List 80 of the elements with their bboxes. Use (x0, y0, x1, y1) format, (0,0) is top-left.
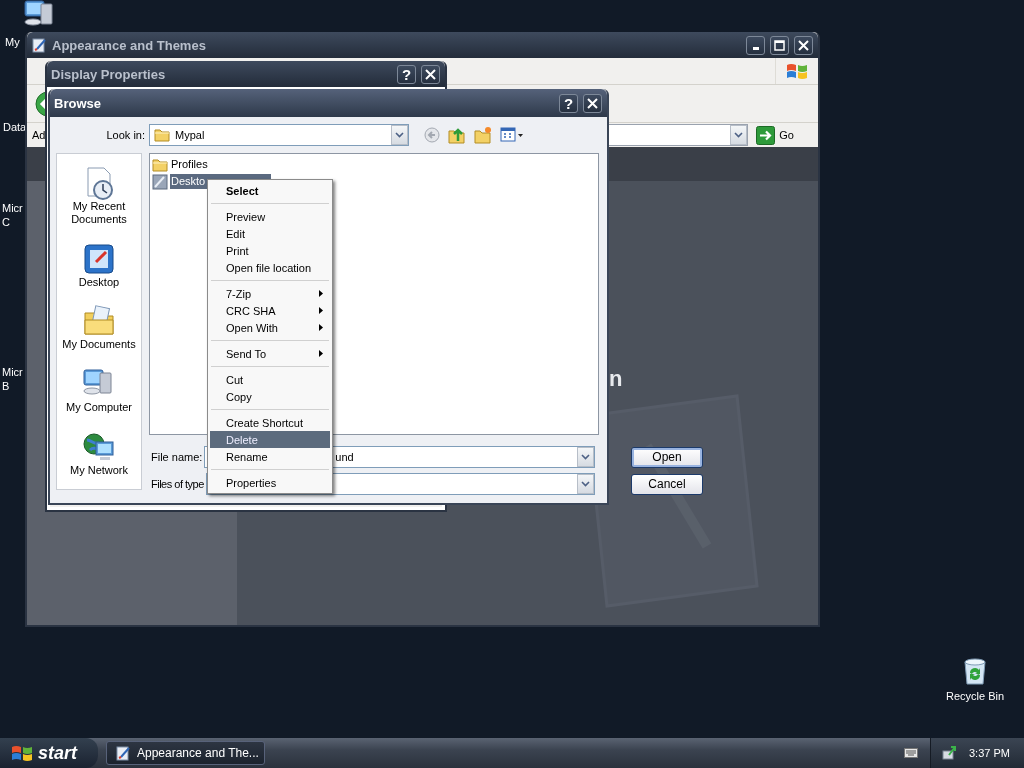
windows-logo-icon (10, 743, 34, 763)
help-button[interactable]: ? (397, 64, 416, 84)
places-bar-item[interactable]: Desktop (59, 241, 139, 289)
dropdown-button[interactable] (391, 125, 408, 145)
close-button[interactable] (421, 64, 440, 84)
file-item[interactable]: Profiles (170, 157, 209, 172)
menu-item[interactable]: Send To (210, 345, 330, 362)
menu-item[interactable]: CRC SHA (210, 302, 330, 319)
document-brush-icon (115, 745, 131, 761)
clock: 3:37 PM (969, 747, 1010, 759)
arrow-device-icon[interactable] (941, 745, 957, 761)
up-folder-icon[interactable] (448, 126, 466, 144)
icon-label: Data (3, 120, 27, 134)
chevron-icon (581, 481, 590, 487)
maximize-icon (774, 39, 785, 51)
chevron-icon (581, 454, 590, 460)
computer-icon (23, 0, 53, 28)
field-label: Look in: (105, 129, 145, 141)
icon-label: C (2, 215, 10, 229)
icon-label: Micr (2, 201, 23, 215)
menu-item[interactable]: Create Shortcut (210, 414, 330, 431)
desktop-icon (82, 241, 116, 276)
submenu-arrow-icon (319, 290, 323, 297)
icon-label: My (5, 35, 20, 49)
menu-item[interactable]: Open file location (210, 259, 330, 276)
folder-icon (152, 157, 168, 172)
icon-label: Recycle Bin (946, 689, 1005, 703)
menu-item[interactable]: Delete (210, 431, 330, 448)
minimize-button[interactable] (746, 35, 765, 55)
places-bar-item[interactable]: My Network (59, 430, 139, 478)
windows-logo-icon (785, 61, 809, 81)
chevron-icon (395, 132, 404, 138)
icon-label: Micr (2, 365, 23, 379)
menu-item[interactable]: Copy (210, 388, 330, 405)
window-title: Browse (54, 95, 102, 111)
menu-item[interactable]: 7-Zip (210, 285, 330, 302)
image-file-icon (152, 173, 168, 190)
document-brush-icon (31, 37, 47, 53)
menu-item[interactable]: Print (210, 242, 330, 259)
window-title: Appearance and Themes (52, 37, 207, 53)
menu-item[interactable]: Cut (210, 371, 330, 388)
keyboard-icon[interactable] (904, 748, 918, 758)
menu-item[interactable]: Edit (210, 225, 330, 242)
menu-item[interactable]: Properties (210, 474, 330, 491)
close-button[interactable] (583, 93, 602, 113)
look-in-dropdown[interactable]: Mypal (149, 124, 409, 146)
chevron-icon (734, 132, 744, 138)
menu-item[interactable]: Rename (210, 448, 330, 465)
places-bar-item[interactable]: My Documents (59, 304, 139, 352)
menu-item[interactable]: Preview (210, 208, 330, 225)
dropdown-button[interactable] (730, 125, 748, 145)
places-bar-item[interactable]: My Computer (59, 367, 139, 415)
minimize-icon (752, 47, 759, 50)
close-icon (587, 97, 598, 109)
icon-label: B (2, 379, 10, 393)
go-button[interactable]: Go (752, 125, 818, 145)
submenu-arrow-icon (319, 324, 323, 331)
submenu-arrow-icon (319, 350, 323, 357)
field-label: Files of type (151, 478, 204, 490)
submenu-arrow-icon (319, 307, 323, 314)
field-label: File name: (151, 451, 203, 463)
views-icon[interactable] (500, 127, 524, 143)
close-button[interactable] (794, 35, 813, 55)
menu-item[interactable]: Select (210, 182, 330, 199)
folder-icon (154, 128, 170, 142)
close-icon (798, 39, 809, 51)
cancel-button[interactable]: Cancel (631, 473, 703, 495)
pane-title: n (609, 366, 623, 392)
maximize-button[interactable] (770, 35, 789, 55)
open-button[interactable]: Open (631, 446, 703, 468)
start-button[interactable]: start (0, 738, 98, 768)
window-title: Display Properties (51, 66, 167, 82)
taskbar-button[interactable]: Appearance and The... (106, 741, 265, 765)
places-bar-item[interactable]: My Recent Documents (59, 165, 139, 226)
help-button[interactable]: ? (559, 93, 578, 113)
address-label: Ad (32, 129, 46, 141)
dropdown-button[interactable] (577, 447, 594, 467)
close-icon (425, 68, 436, 80)
dropdown-button[interactable] (577, 474, 594, 494)
menu-item[interactable]: Open With (210, 319, 330, 336)
